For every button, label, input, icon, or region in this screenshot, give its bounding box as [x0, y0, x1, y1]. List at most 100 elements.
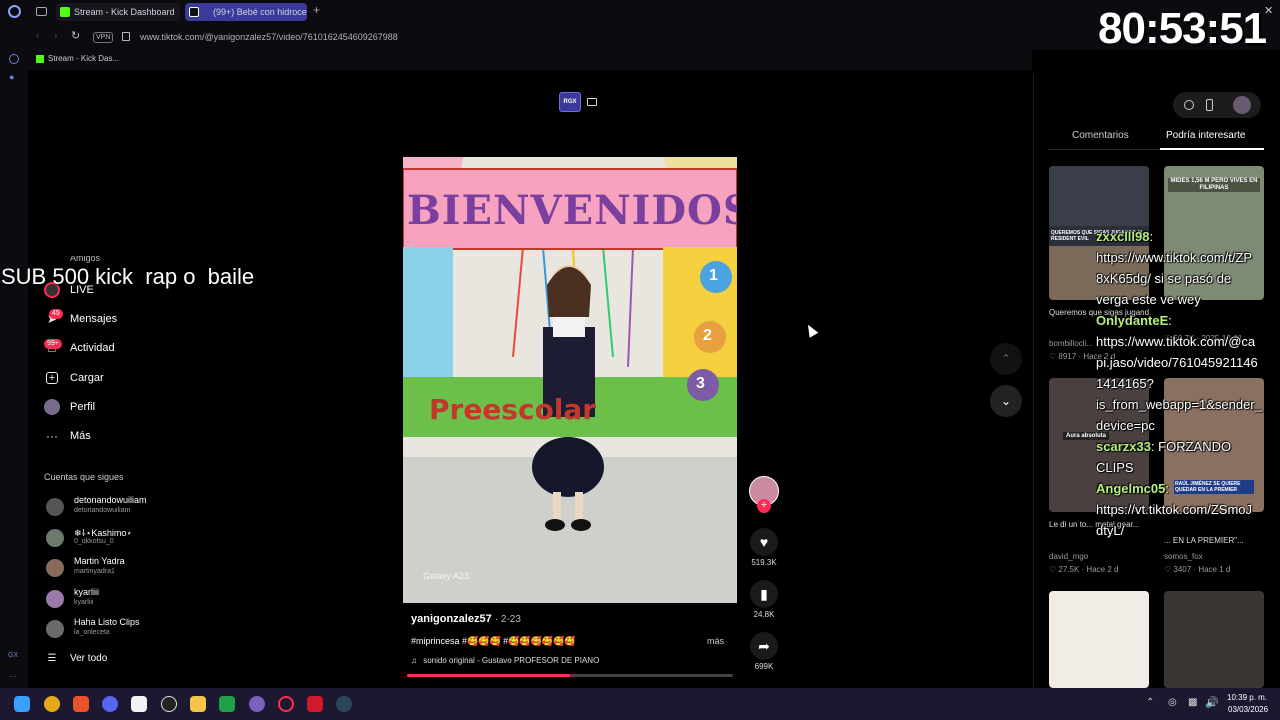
following-account[interactable]: detonandowuiliam detonandowuiliam: [44, 493, 214, 521]
activity-badge: 99+: [44, 339, 62, 349]
chat-text: :: [1165, 481, 1169, 496]
tab-tiktok[interactable]: (99+) Bebé con hidroce: [185, 3, 307, 21]
previous-video-button[interactable]: ⌃: [990, 343, 1022, 375]
kick-icon: [36, 55, 44, 63]
brave-icon[interactable]: [73, 696, 89, 712]
chat-message-line: OnlydanteE:: [1096, 310, 1280, 331]
video-card[interactable]: [1049, 591, 1149, 688]
frame-bottom-text: Preescolar: [429, 393, 597, 426]
see-more-link[interactable]: más: [707, 636, 724, 646]
network-icon[interactable]: ▩: [1188, 697, 1197, 708]
follow-plus-icon[interactable]: +: [757, 499, 771, 513]
see-all-following[interactable]: ☰ Ver todo: [44, 649, 108, 669]
explore-icon[interactable]: [1184, 100, 1194, 110]
music-note-icon: ♫: [411, 656, 417, 665]
history-icon[interactable]: [9, 54, 19, 64]
nav-item-amigos[interactable]: Amigos: [70, 256, 100, 264]
video-progress-fill: [407, 674, 570, 677]
phone-icon[interactable]: [1206, 99, 1213, 111]
card-stats: ♡ 3407 · Hace 1 d: [1164, 565, 1231, 574]
bookmark-icon: ▮: [750, 580, 778, 608]
sound-info[interactable]: ♫ sonido original - Gustavo PROFESOR DE …: [411, 656, 599, 665]
like-button[interactable]: ♥ 519.3K: [748, 528, 780, 567]
chat-message-line: Angelmc05:: [1096, 478, 1280, 499]
tab-kick-dashboard[interactable]: Stream - Kick Dashboard: [56, 3, 180, 21]
reload-icon[interactable]: ↻: [71, 29, 80, 42]
opera-logo-icon[interactable]: [8, 5, 21, 18]
nav-item-actividad[interactable]: □ 99+ Actividad: [44, 338, 115, 358]
share-button[interactable]: ➦ 699K: [748, 632, 780, 671]
chat-message-line: is_from_webapp=1&sender_: [1096, 394, 1280, 415]
chat-text: verga este ve wey: [1096, 292, 1201, 307]
url-field[interactable]: www.tiktok.com/@yanigonzalez57/video/761…: [140, 32, 398, 42]
following-account[interactable]: ❄︎⸸⋆Kashimo⋆ 0_okkotsu_0: [44, 524, 214, 552]
save-button[interactable]: ▮ 24.8K: [748, 580, 780, 619]
following-account[interactable]: kyarliii kyarliii: [44, 585, 214, 613]
quality-badge[interactable]: RGX: [559, 92, 581, 112]
video-progress-bar[interactable]: [407, 674, 733, 677]
like-count: 519.3K: [751, 558, 777, 567]
window-close-icon[interactable]: ✕: [1264, 4, 1273, 17]
obs-icon[interactable]: [161, 696, 177, 712]
bookmark-kick[interactable]: Stream - Kick Das...: [36, 54, 119, 63]
right-panel-divider: [1033, 74, 1034, 688]
nav-item-mas[interactable]: ··· Más: [44, 426, 91, 446]
stream-timer: 80:53:51: [1098, 4, 1267, 53]
nav-item-mensajes[interactable]: ➤ 45 Mensajes: [44, 309, 117, 329]
frame-number: 1: [709, 267, 718, 284]
more-icon[interactable]: ···: [9, 672, 17, 681]
video-author[interactable]: yanigonzalez57 · 2-23: [411, 613, 521, 625]
app-icon[interactable]: [307, 696, 323, 712]
folder-icon[interactable]: [190, 696, 206, 712]
thumb-overlay-text: MIDES 1,56 M PERO VIVES EN FILIPINAS: [1168, 178, 1260, 192]
forward-icon[interactable]: ›: [54, 30, 57, 41]
chat-message-line: device=pc: [1096, 415, 1280, 436]
video-hashtags[interactable]: #miprincesa #🥰🥰🥰 #🥰🥰🥰🥰🥰🥰: [411, 636, 575, 647]
video-card[interactable]: [1164, 591, 1264, 688]
next-video-button[interactable]: ⌄: [990, 385, 1022, 417]
share-count: 699K: [754, 662, 774, 671]
following-account[interactable]: Haha Listo Clips la_onleceta: [44, 615, 214, 643]
new-tab-button[interactable]: +: [313, 3, 320, 17]
gx-icon[interactable]: GX: [8, 652, 18, 659]
app-icon[interactable]: [44, 696, 60, 712]
app-icon[interactable]: [249, 696, 265, 712]
store-icon[interactable]: [131, 696, 147, 712]
clock-time[interactable]: 10:39 p. m.: [1227, 693, 1267, 702]
nav-item-perfil[interactable]: Perfil: [44, 397, 95, 417]
browser-sidebar: ● GX ···: [0, 24, 28, 688]
volume-icon[interactable]: 🔊: [1205, 696, 1219, 709]
tab-podria-interesarte[interactable]: Podría interesarte: [1166, 130, 1246, 141]
clock-date[interactable]: 03/03/2026: [1228, 705, 1268, 714]
windows-start-icon[interactable]: [14, 696, 30, 712]
chat-text: 8xK65dg/ si se pasó de: [1096, 271, 1232, 286]
chat-message-line: https://www.tiktok.com/@ca: [1096, 331, 1280, 352]
video-player[interactable]: BIENVENIDOS Preescolar 1 2 3 Galaxy A23: [403, 157, 737, 603]
gamepad-icon[interactable]: [219, 696, 235, 712]
chat-text: https://www.tiktok.com/@ca: [1096, 334, 1256, 349]
avatar: [46, 529, 64, 547]
chat-overlay: zxxclll98: https://www.tiktok.com/t/ZP 8x…: [1096, 226, 1280, 556]
microphone-icon[interactable]: ◎: [1168, 697, 1177, 708]
avatar[interactable]: [1233, 96, 1251, 114]
creator-avatar-button[interactable]: +: [748, 476, 780, 513]
chat-text: https://vt.tiktok.com/ZSmoJ: [1096, 502, 1253, 517]
discord-icon[interactable]: [102, 696, 118, 712]
nav-item-cargar[interactable]: + Cargar: [44, 368, 104, 388]
workspaces-icon[interactable]: [36, 7, 47, 16]
back-icon[interactable]: ‹: [36, 30, 39, 41]
tab-comentarios[interactable]: Comentarios: [1072, 130, 1129, 141]
chat-message-line: 1414165?: [1096, 373, 1280, 394]
pip-icon[interactable]: [587, 98, 597, 106]
steam-icon[interactable]: [336, 696, 352, 712]
chat-username: scarzx33: [1096, 439, 1151, 454]
chat-text: dtyL/: [1096, 523, 1125, 538]
opera-gx-icon[interactable]: [278, 696, 294, 712]
chat-lines: zxxclll98: https://www.tiktok.com/t/ZP 8x…: [1096, 226, 1280, 541]
tray-chevron-icon[interactable]: ⌃: [1146, 697, 1154, 708]
vpn-badge[interactable]: VPN: [93, 32, 114, 43]
person-icon[interactable]: ●: [9, 72, 19, 82]
video-watermark: Galaxy A23: [423, 571, 470, 581]
chat-message-line: https://vt.tiktok.com/ZSmoJ: [1096, 499, 1280, 520]
following-account[interactable]: Martin Yadra martinyadra1: [44, 554, 214, 582]
